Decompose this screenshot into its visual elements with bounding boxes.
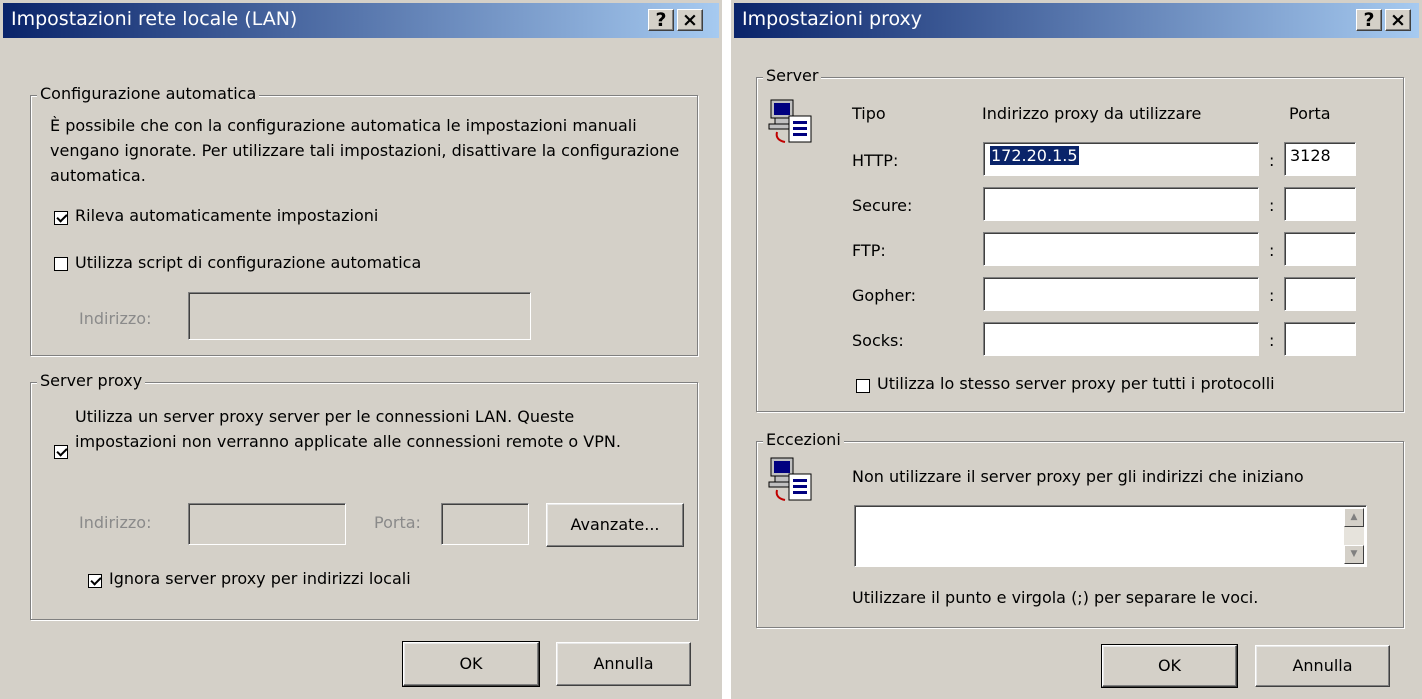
auto-config-group: Configurazione automatica È possibile ch… xyxy=(30,84,698,356)
proxy-dialog-title: Impostazioni proxy xyxy=(742,8,923,30)
auto-config-script-checkbox[interactable] xyxy=(54,257,68,271)
http-address-input[interactable]: 172.20.1.5 xyxy=(983,142,1259,176)
secure-port-input[interactable] xyxy=(1284,187,1356,221)
proxy-address-label: Indirizzo: xyxy=(79,513,152,532)
server-legend: Server xyxy=(763,66,822,85)
gopher-address-input[interactable] xyxy=(983,277,1259,311)
col-port-header: Porta xyxy=(1289,104,1331,123)
row-type-secure: Secure: xyxy=(852,196,913,215)
detect-settings-checkbox[interactable] xyxy=(54,211,68,225)
http-port-input[interactable]: 3128 xyxy=(1284,142,1356,176)
use-proxy-checkbox[interactable] xyxy=(54,445,68,459)
auto-config-legend: Configurazione automatica xyxy=(37,84,260,103)
proxy-help-button[interactable]: ? xyxy=(1356,9,1382,31)
network-computer-icon xyxy=(768,457,812,501)
proxy-server-legend: Server proxy xyxy=(37,371,146,390)
http-separator: : xyxy=(1269,151,1275,170)
exceptions-scrollbar[interactable]: ▲ ▼ xyxy=(1344,508,1364,564)
row-type-gopher: Gopher: xyxy=(852,286,917,305)
proxy-title-bar: Impostazioni proxy ? × xyxy=(734,3,1419,38)
row-type-ftp: FTP: xyxy=(852,241,886,260)
detect-settings-label[interactable]: Rileva automaticamente impostazioni xyxy=(75,206,378,225)
row-type-http: HTTP: xyxy=(852,151,899,170)
proxy-port-label: Porta: xyxy=(374,513,421,532)
advanced-button[interactable]: Avanzate... xyxy=(546,503,684,547)
lan-dialog-title: Impostazioni rete locale (LAN) xyxy=(11,8,298,30)
lan-settings-dialog: Impostazioni rete locale (LAN) ? × Confi… xyxy=(0,0,722,699)
auto-config-description: È possibile che con la configurazione au… xyxy=(50,116,680,185)
proxy-ok-button[interactable]: OK xyxy=(1101,644,1238,688)
lan-title-bar: Impostazioni rete locale (LAN) ? × xyxy=(3,3,719,38)
exceptions-hint: Utilizzare il punto e virgola (;) per se… xyxy=(852,588,1259,607)
bypass-local-checkbox[interactable] xyxy=(88,574,102,588)
exceptions-legend: Eccezioni xyxy=(763,430,844,449)
network-computer-icon xyxy=(768,99,812,143)
ftp-address-input[interactable] xyxy=(983,232,1259,266)
lan-close-button[interactable]: × xyxy=(677,9,703,31)
bypass-local-label[interactable]: Ignora server proxy per indirizzi locali xyxy=(109,569,411,588)
use-proxy-label[interactable]: Utilizza un server proxy server per le c… xyxy=(75,404,680,454)
gopher-port-input[interactable] xyxy=(1284,277,1356,311)
same-proxy-label[interactable]: Utilizza lo stesso server proxy per tutt… xyxy=(877,374,1275,393)
lan-cancel-button[interactable]: Annulla xyxy=(556,642,691,686)
lan-help-button[interactable]: ? xyxy=(648,9,674,31)
col-type-header: Tipo xyxy=(852,104,886,123)
ftp-port-input[interactable] xyxy=(1284,232,1356,266)
proxy-settings-dialog: Impostazioni proxy ? × Server Tipo Indir… xyxy=(731,0,1422,699)
scroll-up-button[interactable]: ▲ xyxy=(1344,508,1364,527)
row-type-socks: Socks: xyxy=(852,331,904,350)
gopher-separator: : xyxy=(1269,286,1275,305)
exceptions-textarea[interactable]: ▲ ▼ xyxy=(854,505,1367,567)
proxy-address-input[interactable] xyxy=(188,503,346,545)
socks-separator: : xyxy=(1269,331,1275,350)
scroll-down-button[interactable]: ▼ xyxy=(1344,545,1364,564)
proxy-server-group: Server proxy Utilizza un server proxy se… xyxy=(30,371,698,620)
proxy-close-button[interactable]: × xyxy=(1385,9,1411,31)
secure-address-input[interactable] xyxy=(983,187,1259,221)
proxy-cancel-button[interactable]: Annulla xyxy=(1255,645,1390,687)
server-group: Server Tipo Indirizzo proxy da utilizzar… xyxy=(756,66,1404,412)
col-address-header: Indirizzo proxy da utilizzare xyxy=(982,104,1202,123)
exceptions-description: Non utilizzare il server proxy per gli i… xyxy=(852,467,1304,486)
lan-ok-button[interactable]: OK xyxy=(402,641,540,687)
exceptions-group: Eccezioni Non utilizzare il server proxy… xyxy=(756,430,1404,628)
proxy-port-input[interactable] xyxy=(441,503,529,545)
ftp-separator: : xyxy=(1269,241,1275,260)
socks-port-input[interactable] xyxy=(1284,322,1356,356)
script-address-label: Indirizzo: xyxy=(79,309,152,328)
same-proxy-checkbox[interactable] xyxy=(856,379,870,393)
auto-config-script-label[interactable]: Utilizza script di configurazione automa… xyxy=(75,253,421,272)
script-address-input[interactable] xyxy=(188,292,531,340)
socks-address-input[interactable] xyxy=(983,322,1259,356)
secure-separator: : xyxy=(1269,196,1275,215)
